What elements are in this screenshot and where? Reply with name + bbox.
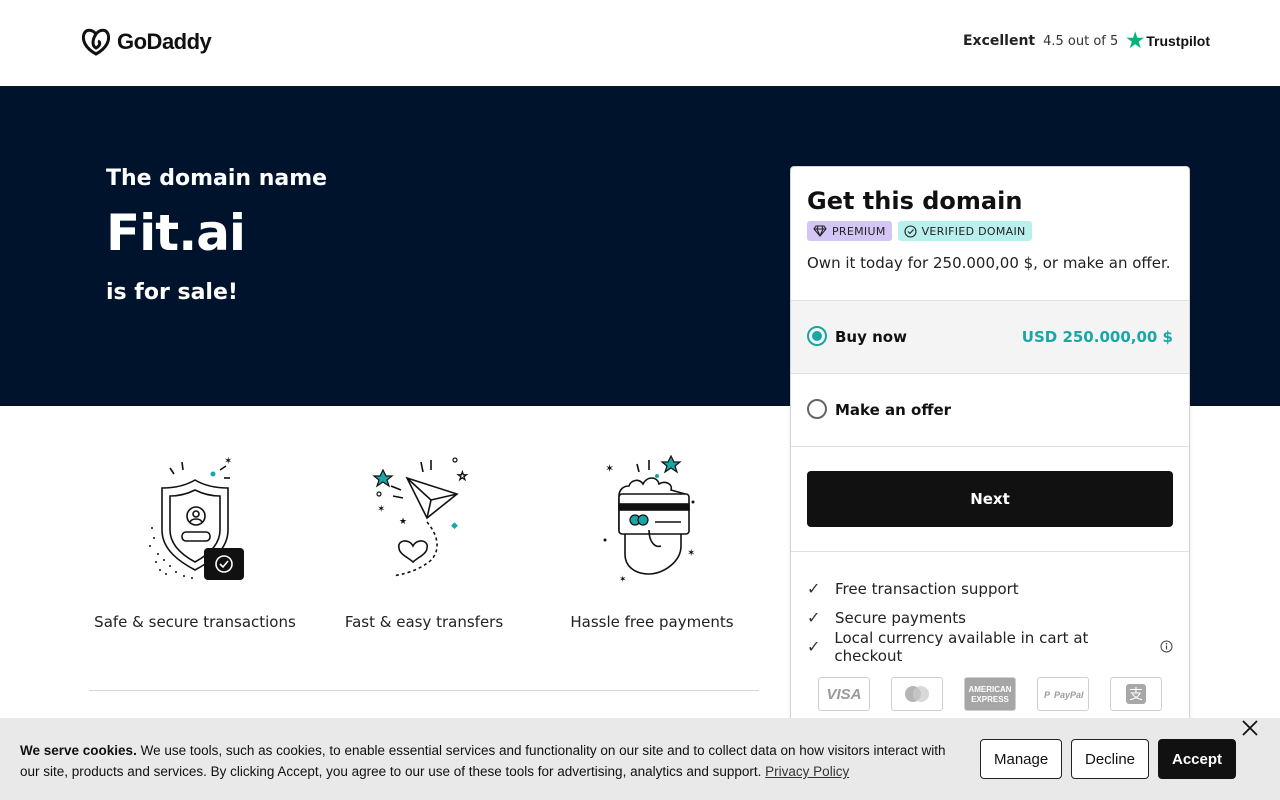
option-make-offer[interactable]: Make an offer xyxy=(791,373,1189,446)
card-description: Own it today for 250.000,00 $, or make a… xyxy=(807,254,1171,272)
mastercard-icon xyxy=(891,677,943,711)
svg-text:★: ★ xyxy=(399,517,407,527)
svg-text:◆: ◆ xyxy=(451,521,458,531)
alipay-icon: 支 xyxy=(1110,677,1162,711)
badges: PREMIUM VERIFIED DOMAIN xyxy=(807,221,1173,241)
trustpilot-widget[interactable]: Excellent 4.5 out of 5 ★ Trustpilot xyxy=(963,31,1210,51)
benefit-item: ✓ Local currency available in cart at ch… xyxy=(807,629,1173,665)
premium-badge-label: PREMIUM xyxy=(832,224,886,238)
card-title: Get this domain xyxy=(807,187,1023,215)
benefit-label: Free transaction support xyxy=(835,579,1019,598)
svg-text:✶: ✶ xyxy=(224,456,232,467)
godaddy-logo-icon xyxy=(81,28,111,56)
section-divider xyxy=(89,690,759,691)
hero-pre-text: The domain name xyxy=(106,166,328,191)
benefit-label: Local currency available in cart at chec… xyxy=(834,628,1089,665)
radio-make-offer[interactable] xyxy=(807,399,827,419)
paper-plane-icon: ☆ ✶ ★ ◆ xyxy=(372,457,468,577)
svg-text:✶: ✶ xyxy=(377,504,385,515)
cookie-banner: We serve cookies. We use tools, such as … xyxy=(0,718,1280,800)
feature-label: Fast & easy transfers xyxy=(344,613,504,631)
benefit-label: Secure payments xyxy=(835,608,966,627)
check-icon: ✓ xyxy=(807,608,821,627)
shield-icon: ✶ xyxy=(149,456,244,580)
svg-text:EXPRESS: EXPRESS xyxy=(971,695,1009,704)
feature-payments: ✶ ✶ ✶ Hassle free payments xyxy=(547,440,757,631)
site-header: GoDaddy Excellent 4.5 out of 5 ★ Trustpi… xyxy=(0,0,1280,86)
cookie-lead: We serve cookies. xyxy=(20,743,137,758)
feature-secure: ✶ Safe & secure transactions xyxy=(90,440,300,631)
card-header: Get this domain PREMIUM VERIFIED DOMAIN … xyxy=(791,167,1189,300)
trust-rating: 4.5 out of 5 xyxy=(1043,33,1119,49)
trustpilot-brand-text: Trustpilot xyxy=(1146,33,1210,49)
verified-badge: VERIFIED DOMAIN xyxy=(897,221,1032,241)
premium-badge: PREMIUM xyxy=(807,221,892,241)
check-icon: ✓ xyxy=(807,579,821,598)
decline-button[interactable]: Decline xyxy=(1071,739,1150,779)
features-row: ✶ Safe & secure transactions ☆ ✶ ★ ◆ Fas… xyxy=(90,440,760,650)
svg-text:✶: ✶ xyxy=(605,462,614,475)
cookie-text: We serve cookies. We use tools, such as … xyxy=(20,740,950,782)
svg-text:PayPal: PayPal xyxy=(1054,690,1084,700)
star-icon: ★ xyxy=(1126,30,1145,52)
logo-text: GoDaddy xyxy=(117,29,212,54)
hero-domain-name: Fit.ai xyxy=(106,204,246,262)
trust-label: Excellent xyxy=(962,33,1036,49)
svg-text:AMERICAN: AMERICAN xyxy=(968,685,1011,694)
manage-button[interactable]: Manage xyxy=(980,739,1063,779)
trustpilot-brand: ★ Trustpilot xyxy=(1126,31,1210,51)
amex-icon: AMERICAN EXPRESS xyxy=(964,677,1016,711)
svg-text:✶: ✶ xyxy=(619,575,627,585)
check-circle-icon xyxy=(904,224,917,238)
option-buy-now-label: Buy now xyxy=(835,328,907,346)
svg-text:✶: ✶ xyxy=(687,548,695,559)
option-buy-now[interactable]: Buy now USD 250.000,00 $ xyxy=(791,300,1189,373)
paypal-icon: P PayPal xyxy=(1037,677,1089,711)
feature-transfer: ☆ ✶ ★ ◆ Fast & easy transfers xyxy=(319,440,529,631)
svg-text:☆: ☆ xyxy=(457,469,468,483)
option-buy-now-price: USD 250.000,00 $ xyxy=(1021,328,1173,346)
privacy-policy-link[interactable]: Privacy Policy xyxy=(765,764,849,779)
svg-text:P: P xyxy=(1044,690,1051,700)
hero-post-text: is for sale! xyxy=(106,280,238,305)
godaddy-logo[interactable]: GoDaddy xyxy=(81,28,212,56)
card-payment-icon: ✶ ✶ ✶ xyxy=(603,454,695,585)
diamond-icon xyxy=(813,225,827,237)
benefits-list: ✓ Free transaction support ✓ Secure paym… xyxy=(791,551,1189,711)
next-section: Next xyxy=(791,446,1189,551)
visa-icon: VISA xyxy=(818,677,870,711)
radio-buy-now[interactable] xyxy=(807,326,827,346)
verified-badge-label: VERIFIED DOMAIN xyxy=(921,224,1026,238)
check-icon: ✓ xyxy=(807,637,821,656)
close-icon[interactable] xyxy=(1232,710,1268,746)
next-button[interactable]: Next xyxy=(807,471,1173,527)
feature-label: Safe & secure transactions xyxy=(94,613,296,631)
purchase-card: Get this domain PREMIUM VERIFIED DOMAIN … xyxy=(790,166,1190,766)
payment-methods: VISA AMERICAN EXPRESS P PayPal 支 xyxy=(807,677,1173,711)
benefit-item: ✓ Free transaction support xyxy=(807,574,1173,603)
option-make-offer-label: Make an offer xyxy=(835,401,952,419)
accept-button[interactable]: Accept xyxy=(1158,739,1237,779)
info-icon[interactable] xyxy=(1160,640,1173,653)
svg-text:支: 支 xyxy=(1129,687,1143,703)
feature-label: Hassle free payments xyxy=(570,613,734,631)
